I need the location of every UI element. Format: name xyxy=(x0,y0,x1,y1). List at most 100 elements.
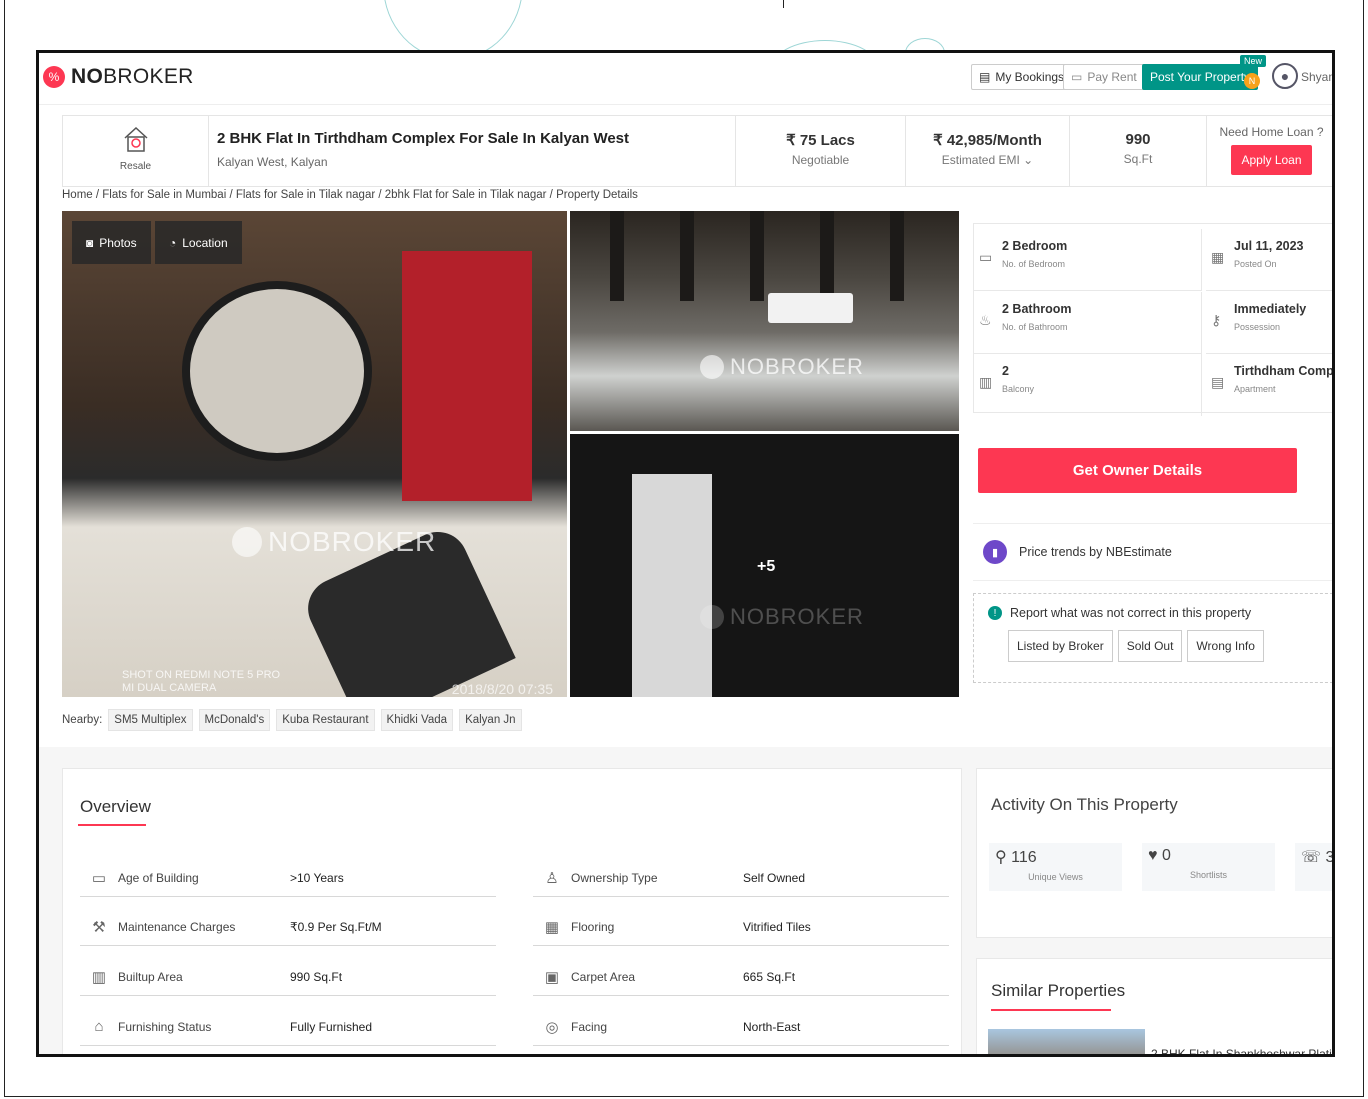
logo-icon: % xyxy=(43,66,65,88)
property-title: 2 BHK Flat In Tirthdham Complex For Sale… xyxy=(217,130,630,147)
report-wrong-info-button[interactable]: Wrong Info xyxy=(1187,630,1264,662)
overview-row-flooring: ▦ Flooring Vitrified Tiles xyxy=(533,908,949,946)
emi-cell[interactable]: ₹ 42,985/Month Estimated EMI ⌄ xyxy=(906,116,1070,186)
overview-row-carpet: ▣ Carpet Area 665 Sq.Ft xyxy=(533,958,949,996)
nearby-chip[interactable]: McDonald's xyxy=(198,709,271,731)
price-trends-label: Price trends by NBEstimate xyxy=(1019,545,1172,559)
photo-beam xyxy=(680,211,694,301)
spec-possession: ⚷ Immediately Possession xyxy=(1206,292,1332,354)
overview-section: Overview ▭ Age of Building >10 Years ⚒ M… xyxy=(62,768,962,1054)
home-loan-cell: Need Home Loan ? Apply Loan xyxy=(1207,116,1332,186)
spec-apartment: ▤ Tirthdham Complex Apartment xyxy=(1206,354,1332,416)
nearby-chip[interactable]: Kuba Restaurant xyxy=(276,709,375,731)
breadcrumb[interactable]: Home / Flats for Sale in Mumbai / Flats … xyxy=(62,189,638,201)
overview-value: ₹0.9 Per Sq.Ft/M xyxy=(290,919,382,934)
photo-beam xyxy=(610,211,624,301)
compass-icon: ◔ xyxy=(169,235,177,250)
price-value: ₹ 75 Lacs xyxy=(786,132,855,149)
main-property-photo[interactable]: ◙ Photos ◔ Location NOBROKER SHOT ON RED… xyxy=(62,211,567,697)
similar-properties-section: Similar Properties 2 BHK Flat In Shankhe… xyxy=(976,958,1332,1054)
photo-wall xyxy=(402,251,532,501)
overview-underline xyxy=(78,824,146,826)
ownership-icon: ♙ xyxy=(545,869,559,887)
location-label: Location xyxy=(182,235,228,250)
nearby-chip[interactable]: Kalyan Jn xyxy=(459,709,522,731)
post-property-label: Post Your Property xyxy=(1150,70,1251,84)
location-button[interactable]: ◔ Location xyxy=(155,221,242,264)
my-bookings-button[interactable]: ▤ My Bookings xyxy=(971,64,1073,90)
phone-icon: ☏ xyxy=(1301,849,1326,866)
nearby-chip[interactable]: Khidki Vada xyxy=(380,709,454,731)
overview-row-facing: ◎ Facing North-East xyxy=(533,1008,949,1046)
heart-icon: ♥ xyxy=(1148,847,1162,864)
overview-value: North-East xyxy=(743,1019,801,1034)
overview-value: Vitrified Tiles xyxy=(743,919,811,934)
overview-label: Maintenance Charges xyxy=(118,919,236,934)
overview-row-ownership: ♙ Ownership Type Self Owned xyxy=(533,859,949,897)
property-summary-bar: Resale 2 BHK Flat In Tirthdham Complex F… xyxy=(62,115,1332,187)
top-navbar: % NOBROKER ▤ My Bookings ▭ Pay Rent Post… xyxy=(39,53,1332,105)
card-icon: ▭ xyxy=(1071,70,1083,84)
building-age-icon: ▭ xyxy=(91,869,107,887)
user-name[interactable]: Shyam K xyxy=(1301,70,1332,84)
overview-label: Ownership Type xyxy=(571,870,658,885)
pay-rent-button[interactable]: ▭ Pay Rent xyxy=(1063,64,1145,90)
carpet-area-icon: ▣ xyxy=(544,968,560,986)
watermark-logo-icon xyxy=(700,355,724,379)
area-cell: 990 Sq.Ft xyxy=(1070,116,1207,186)
overview-label: Furnishing Status xyxy=(118,1019,212,1034)
photos-button[interactable]: ◙ Photos xyxy=(72,221,151,264)
overview-title: Overview xyxy=(80,797,151,816)
key-icon: ⚷ xyxy=(1211,312,1222,328)
property-photo-3[interactable]: +5 NOBROKER xyxy=(570,434,959,697)
spec-bathroom: ♨ 2 Bathroom No. of Bathroom xyxy=(974,292,1202,354)
get-owner-details-button[interactable]: Get Owner Details xyxy=(978,448,1297,493)
nobroker-logo[interactable]: % NOBROKER xyxy=(43,65,194,89)
camera-caption: SHOT ON REDMI NOTE 5 PRO MI DUAL CAMERA xyxy=(122,669,280,695)
nobroker-coin-icon[interactable]: N xyxy=(1244,73,1260,89)
apply-loan-button[interactable]: Apply Loan xyxy=(1231,145,1312,175)
report-listed-by-broker-button[interactable]: Listed by Broker xyxy=(1008,630,1113,662)
price-cell: ₹ 75 Lacs Negotiable xyxy=(736,116,906,186)
spec-value: 2 Bathroom xyxy=(1002,302,1072,316)
builtup-area-icon: ▥ xyxy=(91,968,107,986)
overview-row-age: ▭ Age of Building >10 Years xyxy=(80,859,496,897)
similar-property-thumbnail[interactable] xyxy=(988,1029,1145,1054)
report-options: Listed by Broker Sold Out Wrong Info xyxy=(1008,630,1332,662)
pay-rent-label: Pay Rent xyxy=(1087,70,1137,84)
photo-beam xyxy=(750,211,764,301)
overview-value: 990 Sq.Ft xyxy=(290,969,343,984)
post-property-button[interactable]: Post Your Property xyxy=(1142,64,1259,90)
similar-property-name[interactable]: 2 BHK Flat In Shankheshwar Platina For xyxy=(1151,1047,1332,1054)
report-sold-out-button[interactable]: Sold Out xyxy=(1117,630,1183,662)
spec-value: 2 Bedroom xyxy=(1002,239,1068,253)
spec-label: Posted On xyxy=(1234,259,1277,269)
maintenance-icon: ⚒ xyxy=(92,918,106,936)
spec-label: Possession xyxy=(1234,322,1281,332)
user-avatar-icon[interactable]: ● xyxy=(1272,63,1298,89)
camera-caption-line1: SHOT ON REDMI NOTE 5 PRO xyxy=(122,669,281,681)
more-photos-count[interactable]: +5 xyxy=(757,558,775,576)
report-box: ! Report what was not correct in this pr… xyxy=(973,593,1332,683)
logo-text-rest: BROKER xyxy=(103,65,194,88)
price-trends-link[interactable]: ▮ Price trends by NBEstimate xyxy=(973,523,1332,581)
building-icon: ▤ xyxy=(1211,374,1225,390)
shortlists-stat: ♥ 0 Shortlists xyxy=(1142,843,1275,891)
overview-label: Carpet Area xyxy=(571,969,636,984)
overview-value: Self Owned xyxy=(743,870,806,885)
flooring-icon: ▦ xyxy=(544,918,560,936)
photo-clock xyxy=(182,281,372,461)
unique-views-value: 116 xyxy=(1011,849,1037,866)
emi-dropdown[interactable]: Estimated EMI ⌄ xyxy=(906,153,1069,167)
photo-beam xyxy=(890,211,904,301)
area-unit: Sq.Ft xyxy=(1123,152,1153,166)
area-value: 990 xyxy=(1125,131,1151,148)
shortlists-label: Shortlists xyxy=(1189,870,1227,880)
compass-icon: ◎ xyxy=(545,1018,559,1036)
watermark-text: NOBROKER xyxy=(730,354,864,379)
similar-title: Similar Properties xyxy=(991,981,1126,1000)
nearby-chip[interactable]: SM5 Multiplex xyxy=(108,709,193,731)
overview-label: Facing xyxy=(571,1019,608,1034)
report-title-text: Report what was not correct in this prop… xyxy=(1010,606,1252,620)
property-photo-2[interactable]: NOBROKER xyxy=(570,211,959,431)
